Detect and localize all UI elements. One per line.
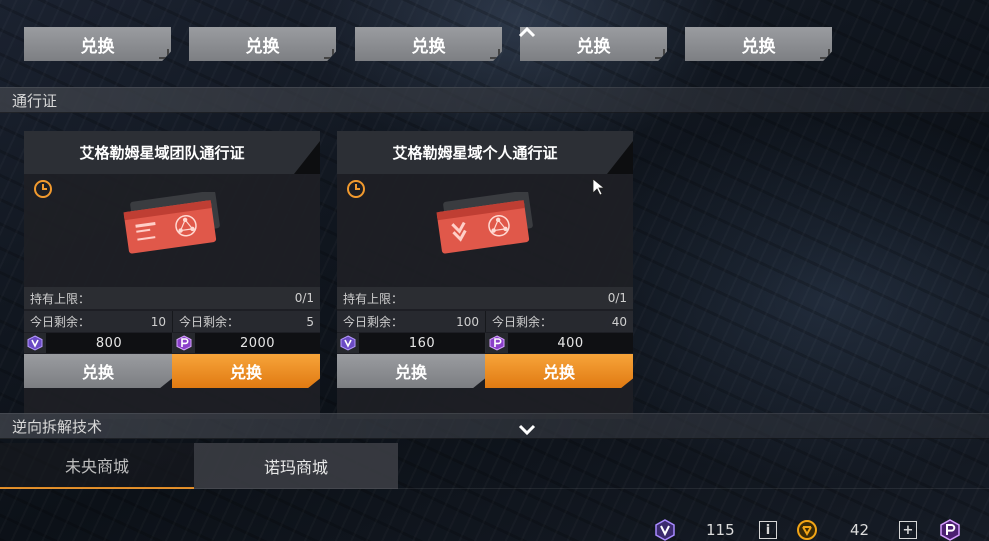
price-cell-p: 400 [485, 333, 633, 353]
v-currency-icon [337, 333, 359, 353]
shop-tab-bar: 未央商城 诺玛商城 [0, 443, 400, 489]
card-title-text: 艾格勒姆星域团队通行证 [79, 144, 245, 162]
section-title-pass: 通行证 [12, 91, 58, 110]
p-currency-icon [939, 519, 961, 541]
exchange-button-2[interactable]: 兑换 [189, 27, 336, 61]
card-body: 持有上限： 0/1 今日剩余： 100 今日剩余： 40 160 400 兑换 … [337, 174, 633, 419]
holding-limit-row: 持有上限： 0/1 [24, 287, 320, 309]
holding-limit-value: 0/1 [607, 291, 627, 305]
info-icon: i [759, 521, 777, 539]
exchange-button-4[interactable]: 兑换 [520, 27, 667, 61]
section-header-pass: 通行证 [0, 87, 989, 113]
exchange-button-row: 兑换 兑换 [337, 354, 633, 388]
exchange-v-button[interactable]: 兑换 [24, 354, 172, 388]
card-personal-pass: 艾格勒姆星域个人通行证 持有上限： 0/1 今日剩余： 100 今日剩余： 40… [337, 131, 633, 419]
exchange-button-5[interactable]: 兑换 [685, 27, 832, 61]
card-body: 持有上限： 0/1 今日剩余： 10 今日剩余： 5 800 2000 兑换 兑… [24, 174, 320, 419]
remaining-label: 今日剩余： [492, 315, 553, 329]
clock-icon [34, 180, 52, 198]
price-row: 800 2000 [24, 333, 320, 353]
v-currency-amount: 115 [706, 521, 735, 539]
remaining-row: 今日剩余： 100 今日剩余： 40 [337, 311, 633, 332]
remaining-value: 100 [456, 314, 479, 329]
remaining-cell-v: 今日剩余： 100 [337, 311, 485, 332]
scroll-up-chevron-icon[interactable] [518, 24, 536, 42]
remaining-cell-v: 今日剩余： 10 [24, 311, 172, 332]
price-cell-p: 2000 [172, 333, 320, 353]
section-header-reverse-tech[interactable]: 逆向拆解技术 [0, 413, 989, 439]
clock-icon [347, 180, 365, 198]
corner-triangle-icon [294, 141, 320, 174]
remaining-cell-p: 今日剩余： 40 [485, 311, 633, 332]
tab-divider [0, 488, 989, 489]
team-pass-ticket-icon [123, 192, 220, 254]
remaining-value: 40 [611, 314, 627, 329]
remaining-row: 今日剩余： 10 今日剩余： 5 [24, 311, 320, 332]
holding-limit-label: 持有上限： [30, 291, 91, 306]
holding-limit-label: 持有上限： [343, 291, 404, 306]
v-currency-icon [24, 333, 46, 353]
holding-limit-value: 0/1 [294, 291, 314, 305]
add-currency-button[interactable]: + [899, 519, 917, 541]
remaining-label: 今日剩余： [30, 315, 91, 329]
price-value: 400 [557, 335, 584, 351]
exchange-p-button[interactable]: 兑换 [485, 354, 633, 388]
gold-currency-icon [796, 519, 818, 541]
exchange-button-row: 兑换 兑换 [24, 354, 320, 388]
card-title: 艾格勒姆星域个人通行证 [337, 131, 633, 174]
exchange-v-button[interactable]: 兑换 [337, 354, 485, 388]
card-title-text: 艾格勒姆星域个人通行证 [392, 144, 558, 162]
exchange-p-button[interactable]: 兑换 [172, 354, 320, 388]
corner-triangle-icon [607, 141, 633, 174]
p-currency-icon [173, 333, 195, 353]
section-title-reverse-tech: 逆向拆解技术 [12, 417, 103, 436]
scroll-down-chevron-icon[interactable] [518, 420, 536, 438]
remaining-value: 10 [150, 314, 166, 329]
card-title: 艾格勒姆星域团队通行证 [24, 131, 320, 174]
price-value: 800 [95, 335, 123, 351]
tab-weiyang-shop[interactable]: 未央商城 [0, 443, 194, 489]
remaining-value: 5 [306, 314, 314, 329]
card-team-pass: 艾格勒姆星域团队通行证 持有上限： 0/1 今日剩余： 10 今日剩余： 5 8… [24, 131, 320, 419]
info-button[interactable]: i [759, 519, 777, 541]
personal-pass-ticket-icon [436, 192, 533, 254]
exchange-button-1[interactable]: 兑换 [24, 27, 171, 61]
price-value: 2000 [239, 335, 276, 351]
tab-nuoma-shop[interactable]: 诺玛商城 [194, 443, 398, 489]
price-value: 160 [408, 335, 436, 351]
gold-currency-amount: 42 [850, 521, 870, 539]
v-currency-icon [654, 519, 676, 541]
holding-limit-row: 持有上限： 0/1 [337, 287, 633, 309]
remaining-cell-p: 今日剩余： 5 [172, 311, 320, 332]
top-exchange-row: 兑换 兑换 兑换 兑换 兑换 [24, 27, 834, 61]
currency-bar: 115 i 42 + [648, 519, 989, 541]
p-currency-icon [486, 333, 508, 353]
remaining-label: 今日剩余： [179, 315, 240, 329]
price-row: 160 400 [337, 333, 633, 353]
exchange-button-3[interactable]: 兑换 [355, 27, 502, 61]
remaining-label: 今日剩余： [343, 315, 404, 329]
mouse-cursor-icon [592, 178, 606, 196]
plus-icon: + [899, 521, 917, 539]
price-cell-v: 800 [24, 333, 172, 353]
price-cell-v: 160 [337, 333, 485, 353]
